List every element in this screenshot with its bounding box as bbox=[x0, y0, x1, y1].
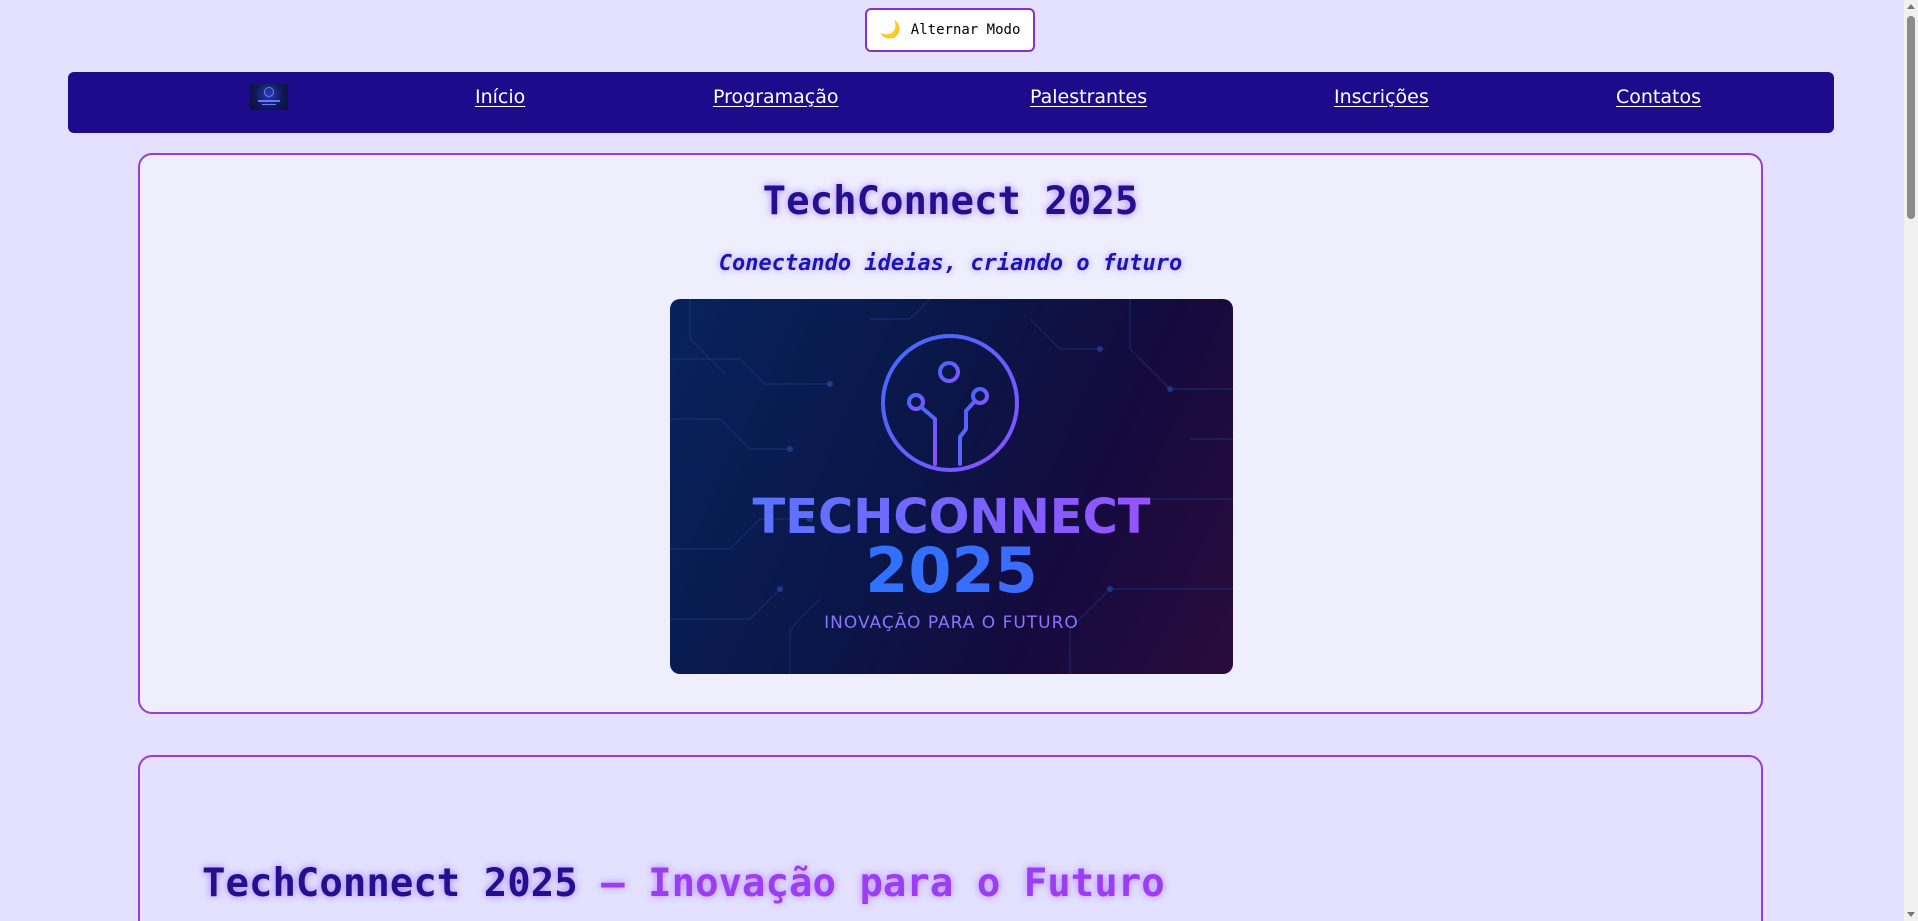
scroll-up-arrow-icon[interactable] bbox=[1907, 4, 1915, 9]
nav-link-inscricoes[interactable]: Inscrições bbox=[1334, 86, 1429, 108]
toggle-mode-button[interactable]: 🌙 Alternar Modo bbox=[865, 8, 1035, 52]
about-section: TechConnect 2025 – Inovação para o Futur… bbox=[138, 755, 1763, 921]
page: 🌙 Alternar Modo Início Programação Pales… bbox=[0, 0, 1918, 921]
nav-link-contatos[interactable]: Contatos bbox=[1616, 86, 1701, 108]
banner-tagline: INOVAÇÃO PARA O FUTURO bbox=[824, 613, 1079, 633]
logo-circle-icon bbox=[264, 87, 274, 97]
nav-link-programacao[interactable]: Programação bbox=[713, 86, 839, 108]
event-banner-image: TECHCONNECT 2025 INOVAÇÃO PARA O FUTURO bbox=[670, 299, 1233, 674]
techconnect-logo[interactable] bbox=[250, 84, 288, 110]
about-title-highlight: – Inovação para o Futuro bbox=[601, 861, 1165, 906]
banner-year: 2025 bbox=[670, 534, 1233, 607]
toggle-mode-label: Alternar Modo bbox=[910, 22, 1021, 38]
hero-subtitle: Conectando ideias, criando o futuro bbox=[718, 251, 1183, 276]
moon-icon: 🌙 bbox=[879, 19, 901, 40]
main-navbar: Início Programação Palestrantes Inscriçõ… bbox=[68, 72, 1834, 133]
scroll-down-arrow-icon[interactable] bbox=[1907, 912, 1915, 917]
logo-subtext-mark bbox=[262, 104, 276, 105]
about-title-main: TechConnect 2025 bbox=[202, 861, 602, 906]
logo-text-mark bbox=[258, 100, 280, 102]
scrollbar-thumb[interactable] bbox=[1907, 16, 1915, 219]
hero-section: TechConnect 2025 Conectando ideias, cria… bbox=[138, 153, 1763, 714]
nav-link-inicio[interactable]: Início bbox=[475, 86, 525, 108]
circuit-brain-icon bbox=[881, 334, 1019, 472]
vertical-scrollbar[interactable] bbox=[1904, 0, 1918, 921]
hero-title: TechConnect 2025 bbox=[762, 179, 1139, 224]
nav-link-palestrantes[interactable]: Palestrantes bbox=[1030, 86, 1147, 108]
about-section-title: TechConnect 2025 – Inovação para o Futur… bbox=[202, 861, 1165, 906]
